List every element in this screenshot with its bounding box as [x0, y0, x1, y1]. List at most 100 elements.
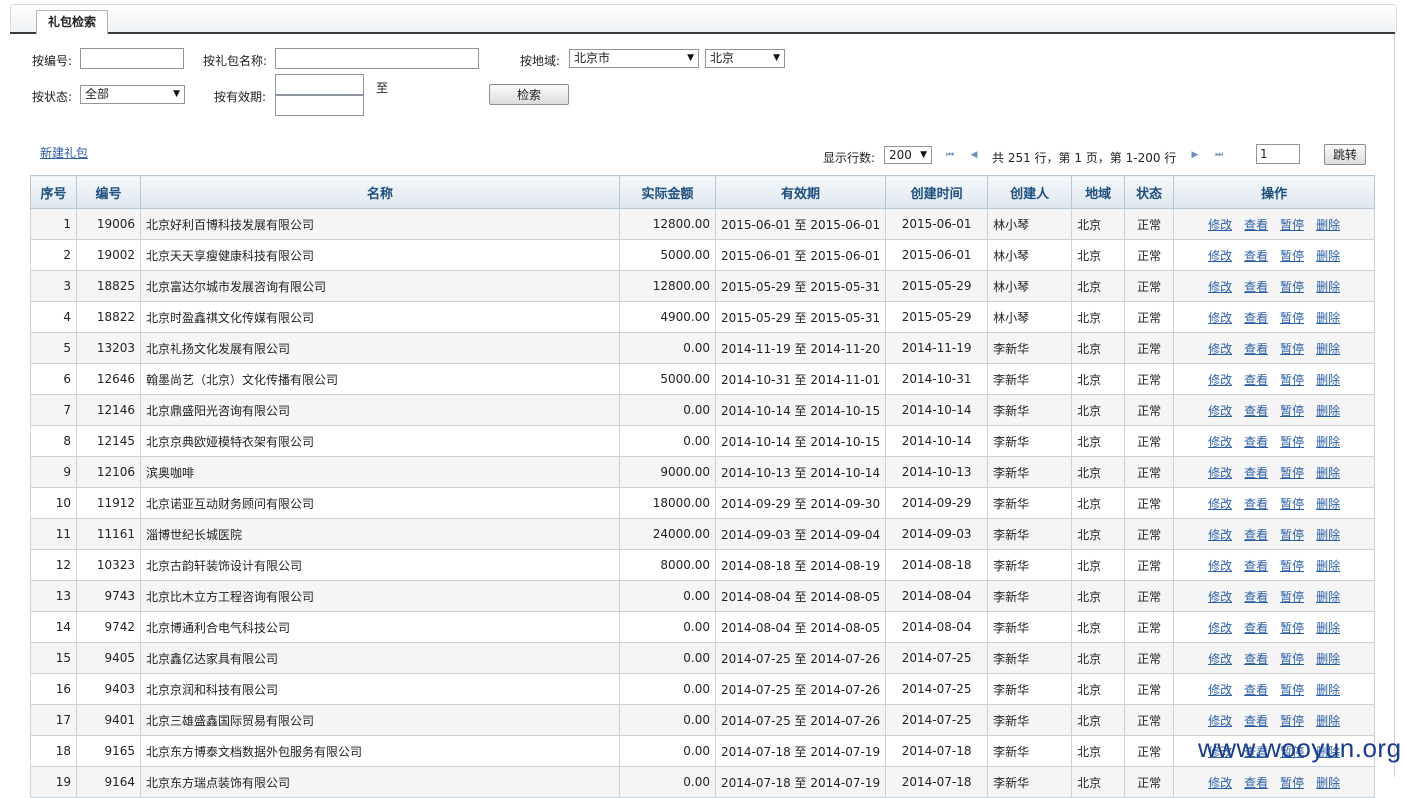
edit-link[interactable]: 修改: [1208, 249, 1232, 263]
delete-link[interactable]: 删除: [1316, 249, 1340, 263]
view-link[interactable]: 查看: [1244, 590, 1268, 604]
pause-link[interactable]: 暂停: [1280, 311, 1304, 325]
view-link[interactable]: 查看: [1244, 559, 1268, 573]
edit-link[interactable]: 修改: [1208, 311, 1232, 325]
delete-link[interactable]: 删除: [1316, 683, 1340, 697]
edit-link[interactable]: 修改: [1208, 218, 1232, 232]
delete-link[interactable]: 删除: [1316, 590, 1340, 604]
view-link[interactable]: 查看: [1244, 497, 1268, 511]
view-link[interactable]: 查看: [1244, 621, 1268, 635]
view-link[interactable]: 查看: [1244, 435, 1268, 449]
pause-link[interactable]: 暂停: [1280, 404, 1304, 418]
delete-link[interactable]: 删除: [1316, 621, 1340, 635]
pause-link[interactable]: 暂停: [1280, 466, 1304, 480]
edit-link[interactable]: 修改: [1208, 404, 1232, 418]
view-link[interactable]: 查看: [1244, 373, 1268, 387]
edit-link[interactable]: 修改: [1208, 280, 1232, 294]
pause-link[interactable]: 暂停: [1280, 714, 1304, 728]
column-header[interactable]: 创建时间: [885, 175, 989, 209]
prev-page-icon[interactable]: ◀: [969, 150, 979, 160]
delete-link[interactable]: 删除: [1316, 714, 1340, 728]
delete-link[interactable]: 删除: [1316, 280, 1340, 294]
view-link[interactable]: 查看: [1244, 249, 1268, 263]
pause-link[interactable]: 暂停: [1280, 280, 1304, 294]
edit-link[interactable]: 修改: [1208, 435, 1232, 449]
view-link[interactable]: 查看: [1244, 683, 1268, 697]
pause-link[interactable]: 暂停: [1280, 435, 1304, 449]
new-gift-link[interactable]: 新建礼包: [40, 144, 88, 161]
pause-link[interactable]: 暂停: [1280, 249, 1304, 263]
pause-link[interactable]: 暂停: [1280, 621, 1304, 635]
column-header[interactable]: 状态: [1124, 175, 1175, 209]
pause-link[interactable]: 暂停: [1280, 559, 1304, 573]
delete-link[interactable]: 删除: [1316, 776, 1340, 790]
edit-link[interactable]: 修改: [1208, 652, 1232, 666]
delete-link[interactable]: 删除: [1316, 559, 1340, 573]
tab-gift-search[interactable]: 礼包检索: [36, 10, 109, 34]
validity-start-input[interactable]: [275, 74, 364, 95]
pause-link[interactable]: 暂停: [1280, 218, 1304, 232]
first-page-icon[interactable]: ⏮: [945, 150, 955, 160]
pause-link[interactable]: 暂停: [1280, 776, 1304, 790]
edit-link[interactable]: 修改: [1208, 342, 1232, 356]
page-size-select[interactable]: 200 ▼: [884, 146, 932, 164]
edit-link[interactable]: 修改: [1208, 559, 1232, 573]
view-link[interactable]: 查看: [1244, 218, 1268, 232]
gift-name-input[interactable]: [275, 48, 479, 69]
view-link[interactable]: 查看: [1244, 404, 1268, 418]
page-number-input[interactable]: 1: [1256, 144, 1300, 164]
view-link[interactable]: 查看: [1244, 776, 1268, 790]
delete-link[interactable]: 删除: [1316, 373, 1340, 387]
edit-link[interactable]: 修改: [1208, 714, 1232, 728]
next-page-icon[interactable]: ▶: [1190, 150, 1200, 160]
pause-link[interactable]: 暂停: [1280, 342, 1304, 356]
delete-link[interactable]: 删除: [1316, 652, 1340, 666]
pause-link[interactable]: 暂停: [1280, 373, 1304, 387]
edit-link[interactable]: 修改: [1208, 590, 1232, 604]
row-number-cell: 2: [30, 239, 77, 271]
edit-link[interactable]: 修改: [1208, 528, 1232, 542]
delete-link[interactable]: 删除: [1316, 218, 1340, 232]
validity-end-input[interactable]: [275, 95, 364, 116]
delete-link[interactable]: 删除: [1316, 497, 1340, 511]
delete-link[interactable]: 删除: [1316, 342, 1340, 356]
view-link[interactable]: 查看: [1244, 311, 1268, 325]
region-province-select[interactable]: 北京市 ▼: [569, 49, 699, 68]
view-link[interactable]: 查看: [1244, 714, 1268, 728]
column-header[interactable]: 名称: [140, 175, 620, 209]
delete-link[interactable]: 删除: [1316, 404, 1340, 418]
view-link[interactable]: 查看: [1244, 466, 1268, 480]
view-link[interactable]: 查看: [1244, 652, 1268, 666]
jump-button[interactable]: 跳转: [1324, 144, 1366, 165]
pause-link[interactable]: 暂停: [1280, 590, 1304, 604]
edit-link[interactable]: 修改: [1208, 466, 1232, 480]
column-header[interactable]: 有效期: [714, 175, 887, 209]
table-row: 6 12646 翰墨尚艺（北京）文化传播有限公司 5000.00 2014-10-31 …: [30, 363, 1376, 395]
edit-link[interactable]: 修改: [1208, 776, 1232, 790]
view-link[interactable]: 查看: [1244, 280, 1268, 294]
pause-link[interactable]: 暂停: [1280, 497, 1304, 511]
delete-link[interactable]: 删除: [1316, 435, 1340, 449]
view-link[interactable]: 查看: [1244, 528, 1268, 542]
delete-link[interactable]: 删除: [1316, 528, 1340, 542]
column-header[interactable]: 地域: [1071, 175, 1126, 209]
edit-link[interactable]: 修改: [1208, 373, 1232, 387]
last-page-icon[interactable]: ⏭: [1214, 150, 1224, 160]
pause-link[interactable]: 暂停: [1280, 528, 1304, 542]
edit-link[interactable]: 修改: [1208, 497, 1232, 511]
region-city-select[interactable]: 北京 ▼: [705, 49, 785, 68]
column-header[interactable]: 序号: [30, 175, 77, 209]
status-select[interactable]: 全部 ▼: [80, 85, 185, 104]
edit-link[interactable]: 修改: [1208, 683, 1232, 697]
column-header[interactable]: 实际金额: [619, 175, 716, 209]
delete-link[interactable]: 删除: [1316, 311, 1340, 325]
view-link[interactable]: 查看: [1244, 342, 1268, 356]
code-input[interactable]: [80, 48, 184, 69]
delete-link[interactable]: 删除: [1316, 466, 1340, 480]
column-header[interactable]: 编号: [76, 175, 141, 209]
pause-link[interactable]: 暂停: [1280, 683, 1304, 697]
pause-link[interactable]: 暂停: [1280, 652, 1304, 666]
column-header[interactable]: 创建人: [987, 175, 1073, 209]
search-button[interactable]: 检索: [489, 84, 569, 105]
edit-link[interactable]: 修改: [1208, 621, 1232, 635]
